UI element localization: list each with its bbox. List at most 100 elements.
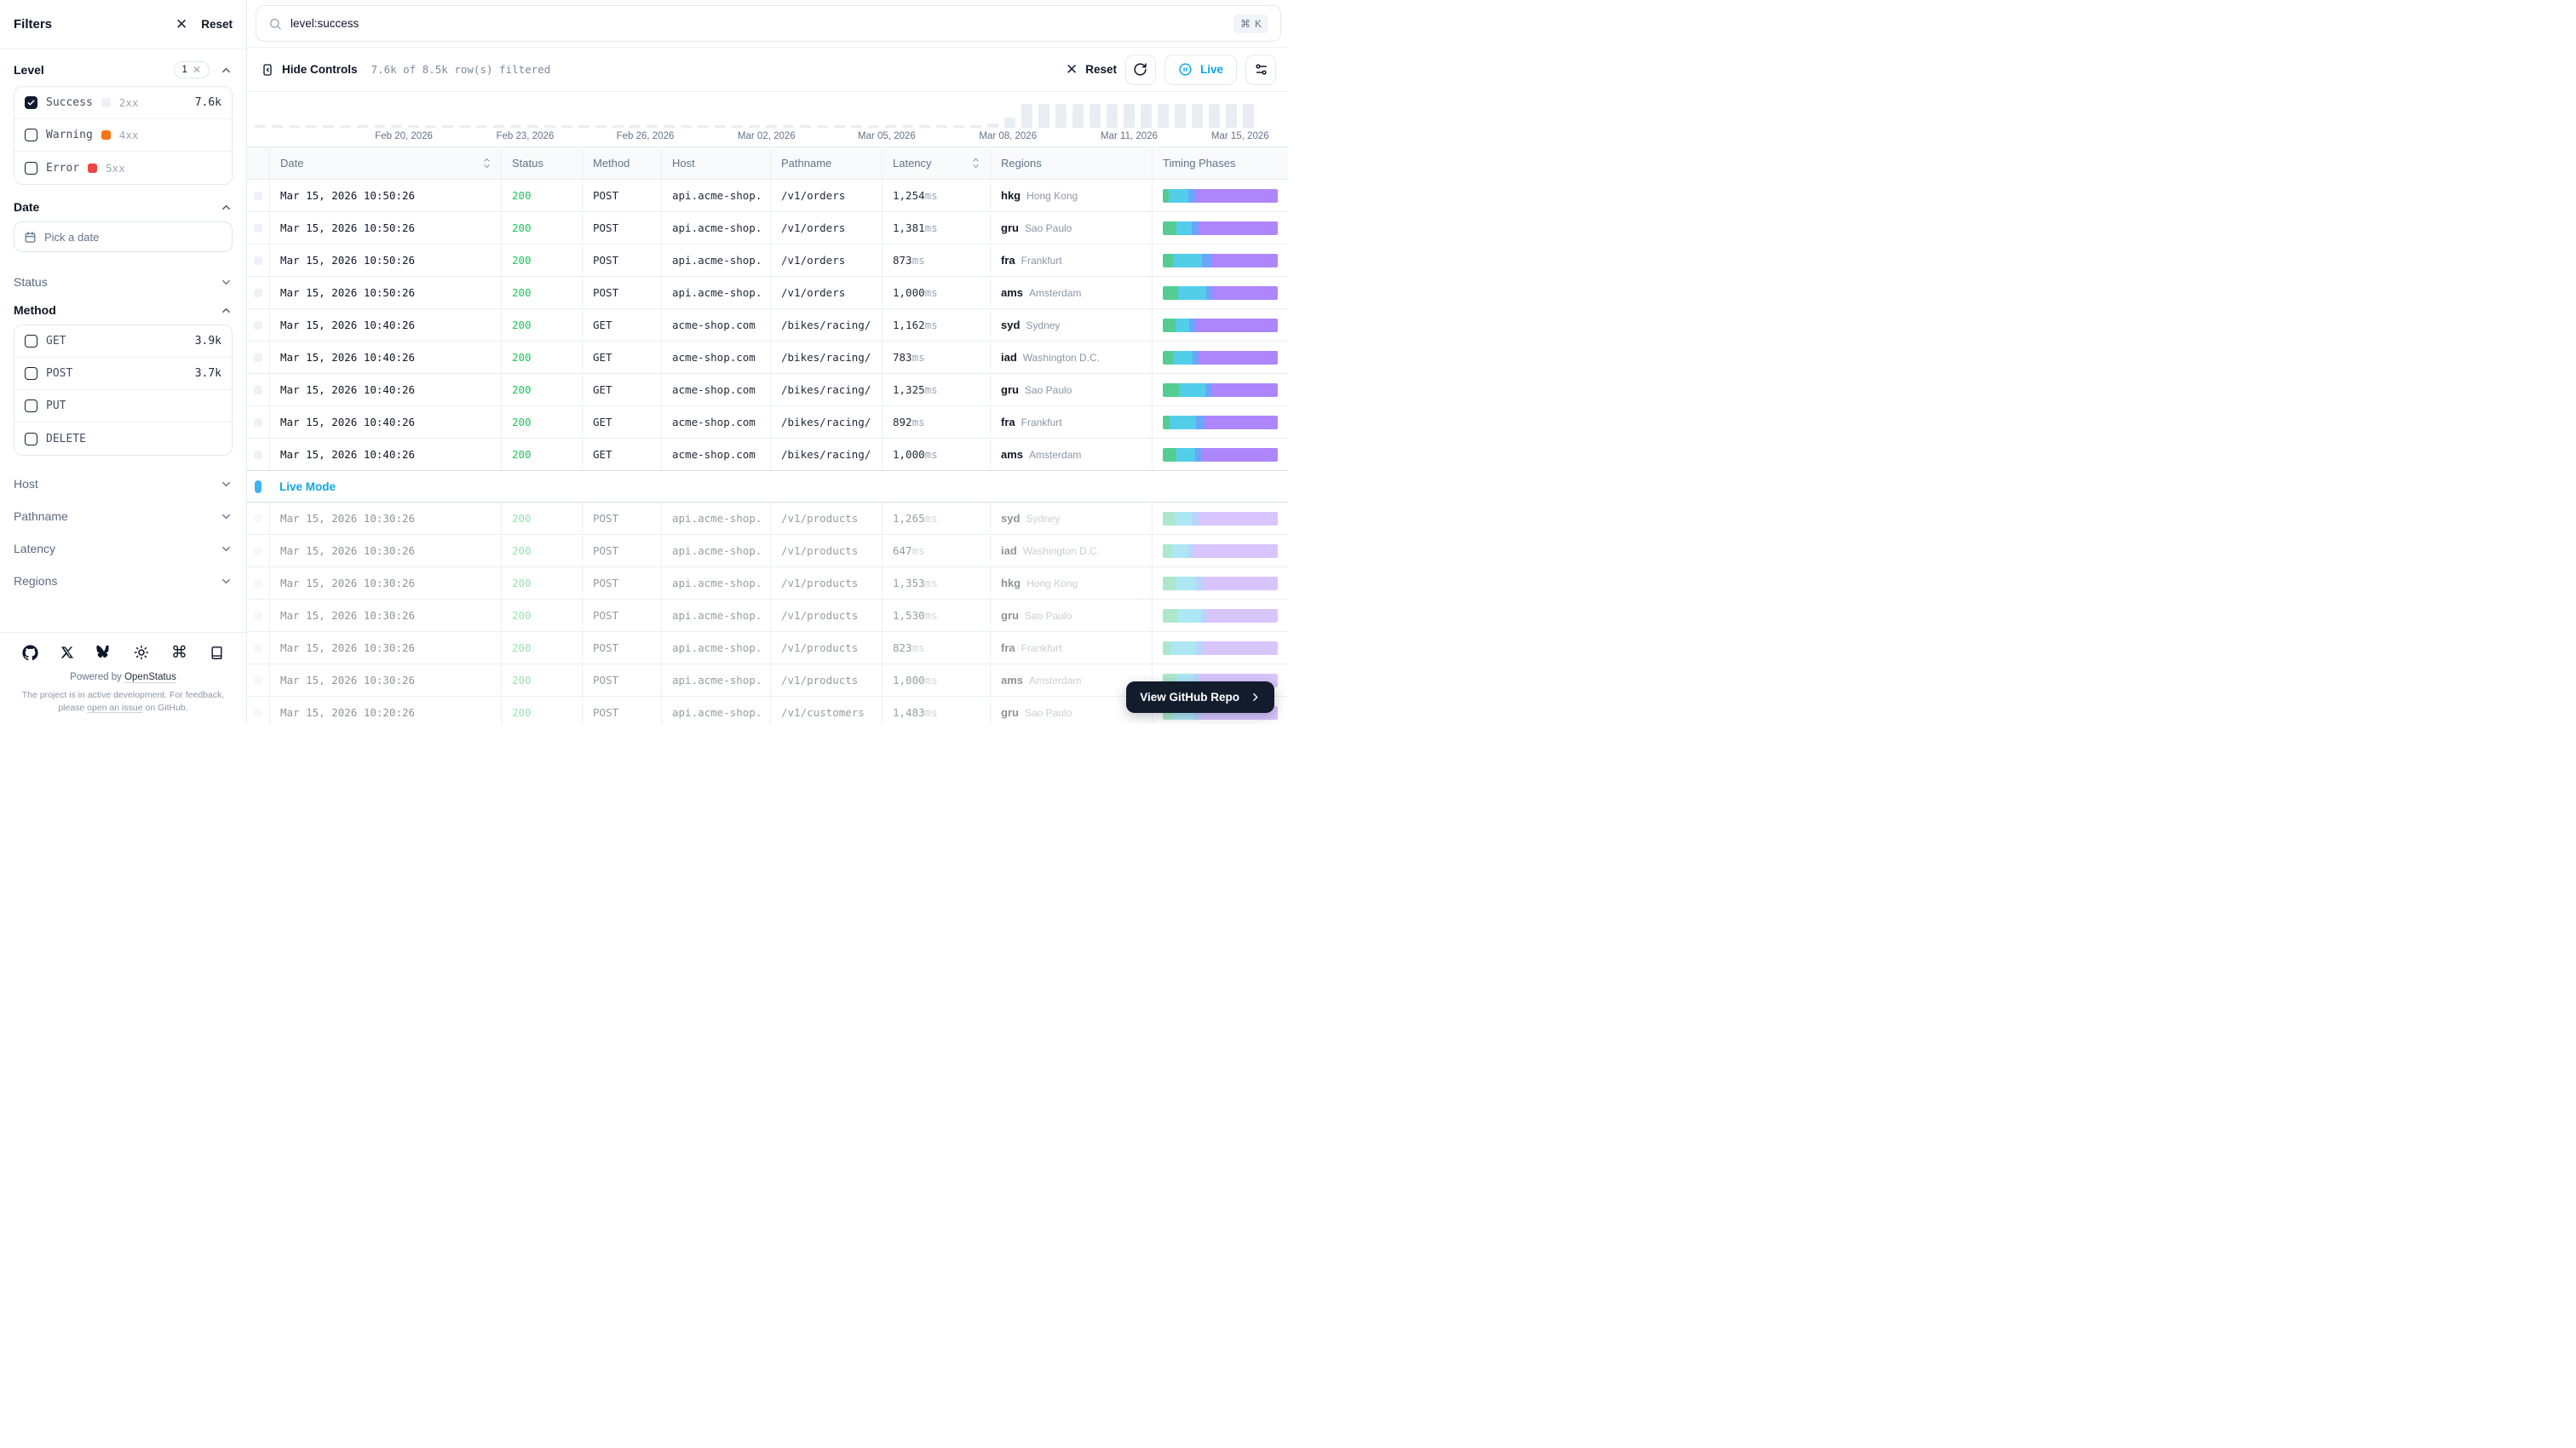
- regions-section-header[interactable]: Regions: [14, 568, 233, 594]
- filters-close-icon[interactable]: ✕: [175, 17, 187, 32]
- row-checkbox[interactable]: [254, 192, 262, 200]
- row-select-cell[interactable]: [247, 374, 269, 405]
- sun-icon[interactable]: [134, 645, 149, 660]
- row-select-cell[interactable]: [247, 664, 269, 696]
- checkbox-unchecked[interactable]: [25, 129, 37, 141]
- live-toggle-button[interactable]: Live: [1164, 55, 1237, 85]
- table-row[interactable]: Mar 15, 2026 10:30:26200POSTapi.acme-sho…: [247, 503, 1288, 535]
- row-select-cell[interactable]: [247, 244, 269, 276]
- table-row[interactable]: Mar 15, 2026 10:50:26200POSTapi.acme-sho…: [247, 212, 1288, 244]
- method-filter-row-get[interactable]: GET3.9k: [14, 325, 232, 358]
- checkbox-unchecked[interactable]: [25, 335, 37, 348]
- level-filter-count-badge[interactable]: 1 ✕: [174, 61, 210, 78]
- row-checkbox[interactable]: [254, 514, 262, 523]
- cell-method-value: POST: [593, 221, 651, 234]
- cell-regions-value: fraFrankfurt: [1001, 254, 1141, 267]
- hide-controls-button[interactable]: Hide Controls: [261, 63, 358, 77]
- row-select-cell[interactable]: [247, 439, 269, 470]
- table-row[interactable]: Mar 15, 2026 10:50:26200POSTapi.acme-sho…: [247, 244, 1288, 277]
- row-checkbox[interactable]: [254, 321, 262, 330]
- method-filter-row-delete[interactable]: DELETE: [14, 422, 232, 455]
- region-code: iad: [1001, 544, 1017, 557]
- github-icon[interactable]: [22, 645, 38, 661]
- date-picker-input[interactable]: Pick a date: [14, 221, 233, 252]
- table-row[interactable]: Mar 15, 2026 10:30:26200POSTapi.acme-sho…: [247, 632, 1288, 664]
- openstatus-link[interactable]: OpenStatus: [124, 672, 176, 682]
- row-checkbox[interactable]: [254, 451, 262, 459]
- table-row[interactable]: Mar 15, 2026 10:40:26200GETacme-shop.com…: [247, 439, 1288, 471]
- x-logo-icon[interactable]: [60, 646, 74, 659]
- checkbox-unchecked[interactable]: [25, 433, 37, 445]
- row-checkbox[interactable]: [254, 256, 262, 265]
- table-row[interactable]: Mar 15, 2026 10:40:26200GETacme-shop.com…: [247, 309, 1288, 342]
- column-header-date[interactable]: Date: [269, 147, 501, 179]
- table-row[interactable]: Mar 15, 2026 10:30:26200POSTapi.acme-sho…: [247, 567, 1288, 600]
- row-checkbox[interactable]: [254, 676, 262, 685]
- phase-segment-3: [1193, 544, 1278, 558]
- level-filter-row-warning[interactable]: Warning4xx: [14, 119, 232, 152]
- table-row[interactable]: Mar 15, 2026 10:30:26200POSTapi.acme-sho…: [247, 600, 1288, 632]
- table-row[interactable]: Mar 15, 2026 10:40:26200GETacme-shop.com…: [247, 374, 1288, 406]
- sort-icon[interactable]: [483, 157, 491, 170]
- row-select-cell[interactable]: [247, 309, 269, 341]
- table-row[interactable]: Mar 15, 2026 10:30:26200POSTapi.acme-sho…: [247, 535, 1288, 567]
- command-icon[interactable]: ⌘: [171, 645, 187, 661]
- bluesky-icon[interactable]: [96, 645, 112, 660]
- row-select-cell[interactable]: [247, 406, 269, 438]
- table-row[interactable]: Mar 15, 2026 10:40:26200GETacme-shop.com…: [247, 406, 1288, 439]
- host-section-header[interactable]: Host: [14, 471, 233, 497]
- checkbox-checked[interactable]: [25, 96, 37, 109]
- live-mode-row[interactable]: Live Mode: [247, 470, 1288, 503]
- row-checkbox[interactable]: [254, 644, 262, 652]
- search-input[interactable]: level:success ⌘K: [256, 5, 1281, 42]
- checkbox-unchecked[interactable]: [25, 399, 37, 412]
- view-github-repo-button[interactable]: View GitHub Repo: [1126, 681, 1274, 713]
- level-badge-clear-icon[interactable]: ✕: [193, 64, 201, 76]
- latency-section-header[interactable]: Latency: [14, 536, 233, 561]
- row-checkbox[interactable]: [254, 579, 262, 588]
- row-select-cell[interactable]: [247, 567, 269, 599]
- row-checkbox[interactable]: [254, 386, 262, 394]
- row-select-cell[interactable]: [247, 600, 269, 631]
- row-checkbox[interactable]: [254, 709, 262, 717]
- sort-icon[interactable]: [972, 157, 980, 170]
- level-filter-row-error[interactable]: Error5xx: [14, 152, 232, 184]
- refresh-button[interactable]: [1125, 55, 1156, 85]
- method-section-header[interactable]: Method: [14, 303, 233, 317]
- table-row[interactable]: Mar 15, 2026 10:50:26200POSTapi.acme-sho…: [247, 277, 1288, 309]
- open-issue-link[interactable]: open an issue: [87, 703, 142, 713]
- cell-latency-value: 1,325ms: [893, 383, 980, 396]
- date-section-header[interactable]: Date: [14, 200, 233, 214]
- row-select-cell[interactable]: [247, 503, 269, 534]
- method-filter-row-post[interactable]: POST3.7k: [14, 358, 232, 390]
- row-checkbox[interactable]: [254, 612, 262, 620]
- method-filter-row-put[interactable]: PUT: [14, 390, 232, 422]
- level-filter-row-success[interactable]: Success2xx7.6k: [14, 87, 232, 119]
- row-checkbox[interactable]: [254, 353, 262, 362]
- row-checkbox[interactable]: [254, 547, 262, 555]
- row-select-cell[interactable]: [247, 342, 269, 373]
- histogram-bars[interactable]: [254, 99, 1281, 128]
- row-select-cell[interactable]: [247, 277, 269, 308]
- row-select-cell[interactable]: [247, 535, 269, 566]
- level-section-header[interactable]: Level 1 ✕: [14, 61, 233, 78]
- checkbox-unchecked[interactable]: [25, 162, 37, 175]
- cell-date: Mar 15, 2026 10:40:26: [269, 406, 501, 438]
- pathname-section-header[interactable]: Pathname: [14, 503, 233, 529]
- row-select-cell[interactable]: [247, 632, 269, 664]
- checkbox-unchecked[interactable]: [25, 367, 37, 380]
- row-select-cell[interactable]: [247, 212, 269, 244]
- table-row[interactable]: Mar 15, 2026 10:40:26200GETacme-shop.com…: [247, 342, 1288, 374]
- reset-filters-button[interactable]: ✕ Reset: [1066, 62, 1117, 77]
- row-select-cell[interactable]: [247, 697, 269, 724]
- column-header-latency[interactable]: Latency: [882, 147, 990, 179]
- status-section-header[interactable]: Status: [14, 269, 233, 295]
- table-row[interactable]: Mar 15, 2026 10:50:26200POSTapi.acme-sho…: [247, 180, 1288, 212]
- filters-reset-button[interactable]: Reset: [201, 18, 233, 31]
- row-checkbox[interactable]: [254, 224, 262, 233]
- book-icon[interactable]: [210, 646, 224, 660]
- row-checkbox[interactable]: [254, 289, 262, 297]
- row-checkbox[interactable]: [254, 418, 262, 427]
- row-select-cell[interactable]: [247, 180, 269, 211]
- view-settings-button[interactable]: [1245, 55, 1276, 85]
